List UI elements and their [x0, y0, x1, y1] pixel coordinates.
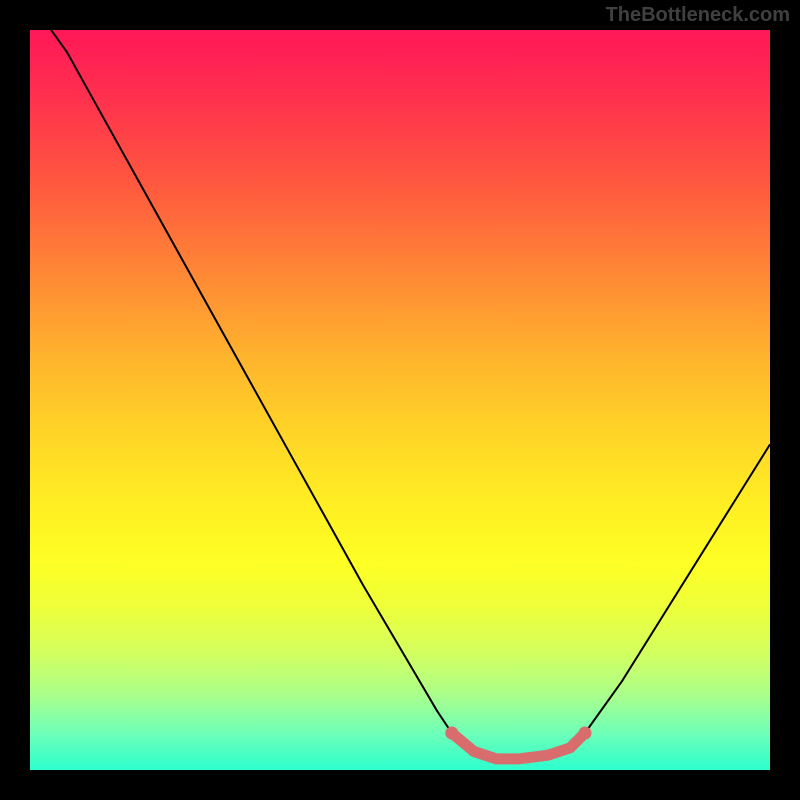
highlight-end-dot: [579, 727, 592, 740]
chart-plot-area: [30, 30, 770, 770]
chart-svg: [30, 30, 770, 770]
bottleneck-curve-line: [30, 30, 770, 759]
highlight-start-dot: [445, 727, 458, 740]
highlight-segment-line: [452, 733, 585, 759]
watermark-text: TheBottleneck.com: [606, 4, 790, 27]
